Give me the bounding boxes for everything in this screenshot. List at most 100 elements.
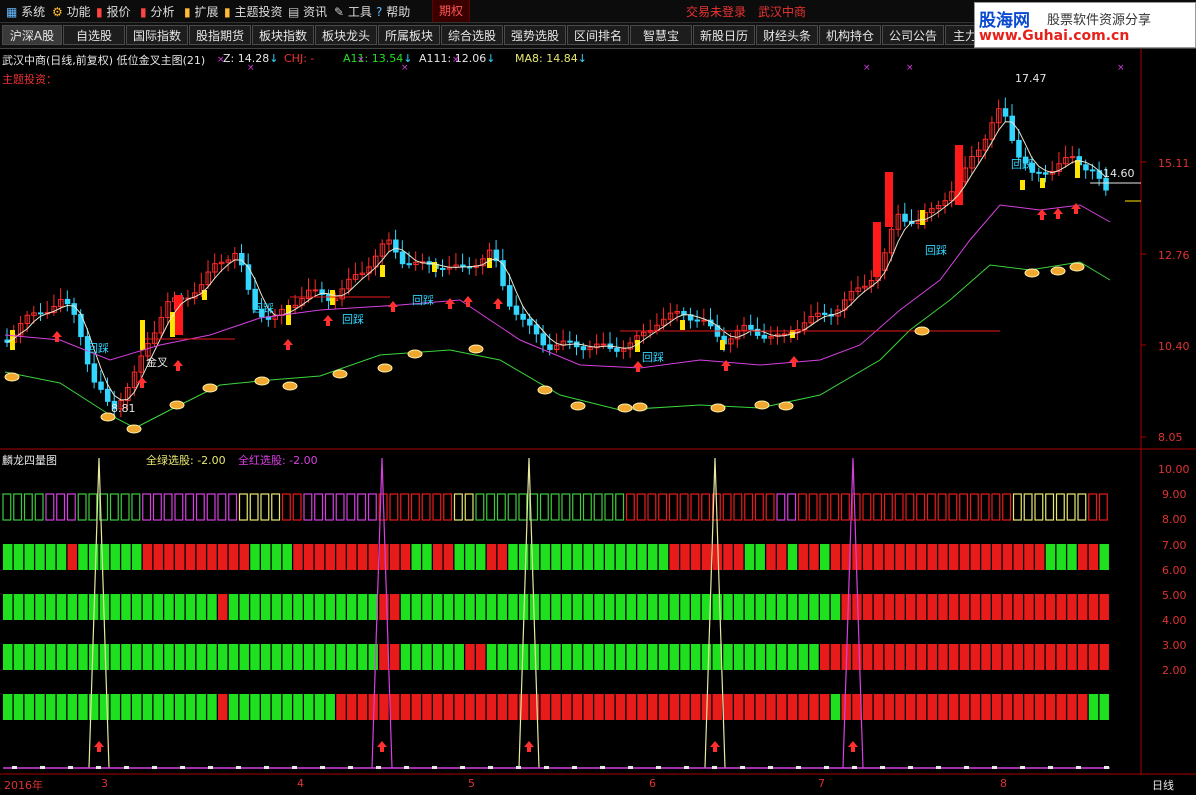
baseline-marker [712,766,717,769]
volume-signal-bar [175,594,185,620]
volume-signal-bar [465,644,475,670]
volume-signal-bar [497,644,507,670]
volume-signal-bar [755,594,765,620]
candle-body [239,253,245,266]
toolbar-button[interactable]: 综合选股 [441,25,503,45]
toolbar-button[interactable]: 机构持仓 [819,25,881,45]
baseline-marker [404,766,409,769]
gold-ingot-icon [710,403,726,413]
volume-signal-bar [67,694,77,720]
volume-signal-bar [841,694,851,720]
logo-url: www.Guhai.com.cn [979,28,1130,44]
volume-signal-bar [680,644,690,670]
buy-arrow-icon [1053,208,1063,219]
volume-signal-bar [508,594,518,620]
menu-item-analysis[interactable]: ▮ 分析 [140,3,174,20]
volume-signal-bar [626,694,636,720]
menu-item-theme-invest[interactable]: ▮ 主题投资 [224,3,282,20]
toolbar-button[interactable]: 所属板块 [378,25,440,45]
volume-signal-bar [927,594,937,620]
toolbar-button[interactable]: 自选股 [63,25,125,45]
volume-signal-bar [959,544,970,570]
volume-signal-bar [185,644,196,670]
menu-item-function[interactable]: ⚙ 功能 [52,3,91,20]
buy-arrow-icon [524,741,534,752]
help-icon: ? [376,5,383,19]
volume-signal-bar [411,644,421,670]
volume-signal-bar [1002,694,1013,720]
toolbar-button[interactable]: 新股日历 [693,25,755,45]
volume-signal-bar [927,694,937,720]
buy-arrow-icon [94,741,104,752]
volume-signal-bar [1002,594,1013,620]
toolbar-button[interactable]: 智慧宝 [630,25,692,45]
menu-item-system[interactable]: ▦ 系统 [6,3,45,20]
menu-item-extend[interactable]: ▮ 扩展 [184,3,218,20]
signal-bar-outline [238,493,248,521]
signal-bar-outline [948,493,958,521]
volume-signal-bar [13,594,24,620]
volume-signal-bar [949,694,959,720]
buy-arrow-icon [388,301,398,312]
ma-line [6,121,1107,401]
menu-item-news[interactable]: ▤ 资讯 [288,3,327,20]
sub-y-tick: 6.00 [1162,564,1187,577]
sub-y-tick: 8.00 [1162,513,1187,526]
volume-signal-bar [691,544,701,570]
period-selector[interactable]: 日线 [1152,777,1174,793]
signal-mark-icon: × [357,55,365,65]
volume-signal-bar [572,644,583,670]
candle-body [245,264,252,290]
volume-signal-bar [314,644,325,670]
volume-signal-bar [820,694,830,720]
candle-body [1043,172,1049,175]
volume-signal-bar [594,644,604,670]
volume-signal-bar [121,594,131,620]
chart-icon: ▮ [96,5,103,19]
volume-signal-bar [271,594,282,620]
volume-signal-bar [325,594,335,620]
volume-signal-bar [981,594,991,620]
toolbar-button[interactable]: 强势选股 [504,25,566,45]
volume-signal-bar [744,694,755,720]
candle-body [1096,170,1103,179]
pullback-annotation: 回踩 [252,302,274,315]
signal-bar-outline [303,493,313,521]
menu-item-tools[interactable]: ✎ 工具 [334,3,372,20]
x-axis-month: 3 [101,777,108,790]
signal-bar-outline [34,493,44,521]
menu-item-help[interactable]: ? 帮助 [376,3,410,20]
toolbar-button[interactable]: 国际指数 [126,25,188,45]
baseline-marker [460,766,465,769]
volume-signal-bar [519,544,529,570]
volume-signal-bar [164,544,174,570]
volume-signal-bar [615,644,626,670]
signal-mark-icon: × [863,63,871,73]
toolbar-button[interactable]: 板块龙头 [315,25,377,45]
menu-tab-options[interactable]: 期权 [432,0,471,22]
volume-signal-bar [680,544,690,570]
toolbar-button[interactable]: 板块指数 [252,25,314,45]
toolbar-button[interactable]: 公司公告 [882,25,944,45]
volume-signal-bar [863,594,873,620]
volume-signal-bar [1078,644,1088,670]
signal-bar-outline [292,493,302,521]
volume-signal-bar [863,694,873,720]
toolbar-button[interactable]: 股指期货 [189,25,251,45]
toolbar-button[interactable]: 财经头条 [756,25,818,45]
toolbar-button[interactable]: 沪深A股 [2,25,62,45]
volume-signal-bar [787,594,798,620]
volume-signal-bar [153,544,163,570]
volume-signal-bar [486,594,497,620]
login-status[interactable]: 交易未登录 [686,3,746,20]
volume-signal-bar [497,594,507,620]
signal-bar-outline [701,493,711,521]
toolbar-button[interactable]: 区间排名 [567,25,629,45]
gold-ingot-icon [126,424,142,434]
volume-signal-bar [1067,544,1077,570]
signal-bar-outline [77,493,87,521]
baseline-marker [348,766,353,769]
volume-signal-bar [357,544,368,570]
menu-item-quote[interactable]: ▮ 报价 [96,3,130,20]
chart-icon: ▮ [140,5,147,19]
